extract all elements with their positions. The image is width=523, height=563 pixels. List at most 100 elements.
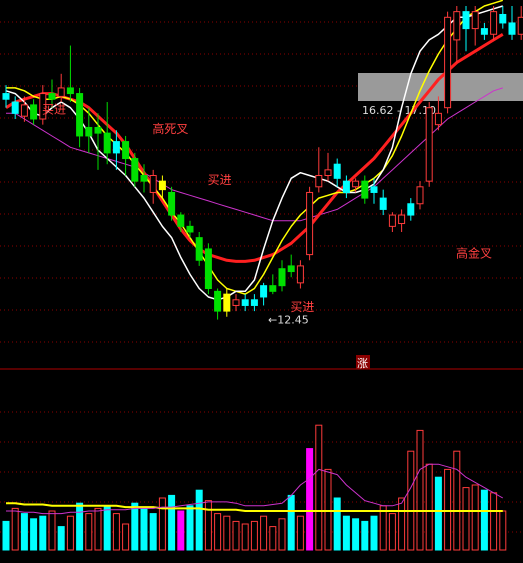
candle (398, 209, 406, 232)
candle-body (490, 11, 498, 35)
candle-body (204, 248, 212, 289)
volume-bar (48, 510, 56, 551)
candle (214, 288, 222, 320)
candle (223, 288, 231, 317)
volume-bar (361, 520, 369, 551)
candle-body (140, 175, 148, 182)
candle (149, 169, 157, 204)
candle-body (30, 104, 38, 120)
candles (2, 6, 523, 320)
candle (241, 294, 249, 312)
volume-bar (480, 489, 488, 551)
signal-annotation: 高死叉 (152, 121, 188, 136)
candle-body (416, 186, 424, 205)
volume-bars (2, 424, 507, 551)
candle (315, 147, 323, 193)
candle-body (388, 214, 396, 227)
volume-bar (315, 424, 323, 551)
candle-body (103, 132, 111, 154)
volume-bar (39, 515, 47, 551)
candle (342, 175, 350, 199)
candle-body (407, 203, 415, 216)
volume-bar (287, 494, 295, 551)
volume-bar (30, 518, 38, 551)
volume-bar (204, 500, 212, 551)
candle-body (85, 126, 93, 137)
candle-body (278, 268, 286, 287)
volume-bar (168, 494, 176, 551)
candle-body (425, 107, 433, 182)
candle-body (57, 87, 65, 97)
volume-bar (112, 513, 120, 551)
signal-annotation: 买进 (208, 173, 232, 187)
candle-body (112, 141, 120, 154)
panel-divider: 涨 (0, 355, 523, 370)
volume-bar (278, 518, 286, 551)
volume-bar (462, 487, 470, 551)
volume-bar (140, 507, 148, 551)
volume-bar (324, 468, 332, 551)
candle (278, 260, 286, 292)
candle-body (306, 191, 314, 256)
candle-body (214, 290, 222, 312)
candle-body (352, 180, 360, 188)
volume-bar (11, 507, 19, 551)
candle (85, 107, 93, 153)
candle-body (223, 293, 231, 312)
candle (250, 294, 258, 312)
volume-bar (398, 497, 406, 551)
candle-body (177, 214, 185, 227)
volume-bar (370, 515, 378, 551)
candle-body (232, 299, 240, 306)
low-price-label: ←12.45 (268, 314, 309, 327)
candle (407, 198, 415, 221)
candle-body (471, 11, 479, 30)
volume-bar (260, 515, 268, 551)
candle (177, 212, 185, 232)
volume-bar (2, 520, 10, 551)
low-marker: ←12.45 (268, 314, 309, 327)
candle (122, 135, 130, 176)
candle (361, 175, 369, 204)
volume-bar (269, 526, 277, 551)
volume-bar (177, 510, 185, 551)
candle (490, 6, 498, 40)
range-band-label: 16.62 - 17.10 (362, 104, 436, 117)
candle (517, 6, 523, 40)
candle-body (324, 169, 332, 177)
candle-body (186, 225, 194, 233)
candle-body (398, 214, 406, 225)
candle (287, 254, 295, 278)
candle-body (149, 175, 157, 193)
candle-body (131, 158, 139, 182)
candle (195, 232, 203, 266)
candle-body (333, 163, 341, 179)
candle-body (508, 22, 516, 35)
candle-body (434, 112, 442, 126)
candle-body (453, 11, 461, 41)
volume-bar (76, 502, 84, 551)
volume-bar (20, 513, 28, 551)
candle-body (499, 13, 507, 24)
candle-body (517, 16, 523, 35)
volume-bar (499, 510, 507, 551)
candle (462, 6, 470, 52)
candle (103, 102, 111, 165)
signal-annotation: 买进 (42, 102, 66, 116)
candle (388, 212, 396, 232)
candle-body (158, 180, 166, 191)
candle-body (195, 237, 203, 261)
volume-bar (223, 515, 231, 551)
volume-bar (195, 489, 203, 551)
candle-body (379, 197, 387, 210)
candle-body (241, 299, 249, 306)
volume-bar (122, 523, 130, 551)
candle (11, 96, 19, 119)
volume-bar (416, 429, 424, 551)
candle (453, 6, 461, 63)
candle (379, 189, 387, 216)
volume-bar (85, 513, 93, 551)
candle-body (370, 186, 378, 193)
candle (260, 282, 268, 306)
volume-bar (250, 520, 258, 551)
